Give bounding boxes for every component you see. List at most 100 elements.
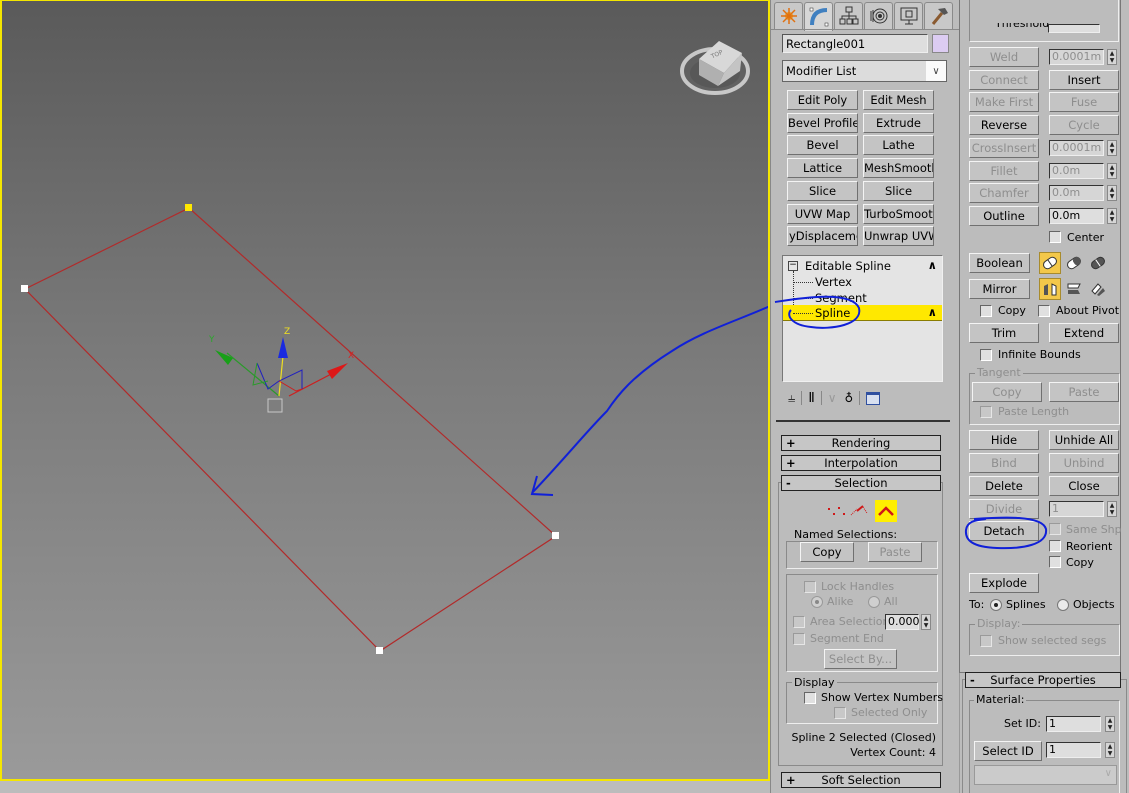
gizmo-y-arrow[interactable] (215, 350, 233, 365)
select-by-button[interactable]: Select By... (824, 649, 897, 669)
spinner-arrows-icon[interactable]: ▲ ▼ (1107, 49, 1117, 65)
splines-radio[interactable] (990, 599, 1002, 611)
delete-button[interactable]: Delete (969, 476, 1039, 496)
mirror-both-button[interactable] (1087, 278, 1109, 300)
remove-modifier-icon[interactable]: ♁ (845, 391, 854, 405)
rollout-interpolation[interactable]: + Interpolation (781, 455, 941, 471)
object-color-swatch[interactable] (932, 34, 949, 53)
explode-button[interactable]: Explode (969, 573, 1039, 593)
segment-end-checkbox[interactable] (793, 633, 805, 645)
tab-utilities[interactable] (924, 2, 953, 29)
fillet-button[interactable]: Fillet (969, 161, 1039, 181)
reorient-checkbox[interactable] (1049, 540, 1061, 552)
modifier-button-unwrap-uvw[interactable]: Unwrap UVW (863, 226, 934, 246)
tab-display[interactable] (894, 2, 923, 29)
material-name-dropdown[interactable]: ∨ (974, 765, 1117, 785)
rollout-surface-properties[interactable]: - Surface Properties (965, 672, 1121, 688)
spinner-arrows-icon[interactable]: ▲ ▼ (1107, 185, 1117, 201)
spinner-arrows-icon[interactable]: ▲ ▼ (1105, 716, 1115, 732)
area-selection-checkbox[interactable] (793, 616, 805, 628)
modifier-button-bevel[interactable]: Bevel (787, 135, 858, 155)
boolean-subtract-button[interactable] (1063, 252, 1085, 274)
outline-spinner[interactable]: 0.0m (1049, 208, 1104, 224)
object-name-field[interactable]: Rectangle001 (782, 34, 928, 53)
fuse-button[interactable]: Fuse (1049, 92, 1119, 112)
perspective-viewport[interactable]: Z Y X TOP (0, 0, 770, 781)
center-checkbox[interactable] (1049, 231, 1061, 243)
unhide-all-button[interactable]: Unhide All (1049, 430, 1119, 450)
pin-stack-icon[interactable]: ⫨ (788, 391, 795, 406)
chevron-down-icon[interactable]: ∨ (926, 61, 946, 81)
modifier-button-extrude[interactable]: Extrude (863, 113, 934, 133)
boolean-intersect-button[interactable] (1087, 252, 1109, 274)
divide-spinner[interactable]: 1 (1049, 501, 1104, 517)
gizmo-x-arrow[interactable] (327, 363, 348, 379)
mirror-vertical-button[interactable] (1063, 278, 1085, 300)
tangent-paste-button[interactable]: Paste (1049, 382, 1119, 402)
show-selected-segs-checkbox[interactable] (980, 635, 992, 647)
show-end-result-icon[interactable]: Ⅱ (808, 391, 814, 406)
weld-button[interactable]: Weld (969, 47, 1039, 67)
boolean-button[interactable]: Boolean (969, 253, 1030, 273)
modifier-button-slice-2[interactable]: Slice (863, 181, 934, 201)
make-unique-icon[interactable]: ∨ (828, 391, 837, 405)
modifier-button-slice[interactable]: Slice (787, 181, 858, 201)
modifier-list-dropdown[interactable]: Modifier List ∨ (782, 60, 947, 82)
mirror-horizontal-button[interactable] (1039, 278, 1061, 300)
modifier-button-lattice[interactable]: Lattice (787, 158, 858, 178)
named-selection-copy-button[interactable]: Copy (800, 542, 854, 562)
tab-modify[interactable] (804, 2, 833, 31)
modifier-button-bevel-profile[interactable]: Bevel Profile (787, 113, 858, 133)
vertex-handle[interactable] (552, 532, 559, 539)
modifier-button-edit-poly[interactable]: Edit Poly (787, 90, 858, 110)
rollout-rendering[interactable]: + Rendering (781, 435, 941, 451)
select-id-spinner[interactable]: 1 (1046, 742, 1101, 758)
close-button[interactable]: Close (1049, 476, 1119, 496)
chevron-up-icon[interactable]: ∧ (928, 304, 937, 320)
all-radio[interactable] (868, 596, 880, 608)
rectangle-spline[interactable] (23, 207, 557, 652)
crossinsert-spinner[interactable]: 0.0001m (1049, 140, 1104, 156)
modifier-button-displacement[interactable]: yDisplacementI (787, 226, 858, 246)
tangent-copy-button[interactable]: Copy (972, 382, 1042, 402)
area-selection-spinner[interactable]: 0.000 (885, 614, 920, 630)
reverse-button[interactable]: Reverse (969, 115, 1039, 135)
modifier-button-edit-mesh[interactable]: Edit Mesh (863, 90, 934, 110)
spinner-arrows-icon[interactable]: ▲ ▼ (921, 614, 931, 630)
spinner-arrows-icon[interactable]: ▲ ▼ (1105, 742, 1115, 758)
chevron-up-icon[interactable]: ∧ (928, 257, 937, 273)
trim-button[interactable]: Trim (969, 323, 1039, 343)
show-vertex-numbers-checkbox[interactable] (804, 692, 816, 704)
mirror-button[interactable]: Mirror (969, 279, 1030, 299)
chamfer-button[interactable]: Chamfer (969, 183, 1039, 203)
gizmo-z-arrow[interactable] (278, 337, 288, 358)
detach-copy-checkbox[interactable] (1049, 556, 1061, 568)
collapse-minus-icon[interactable]: − (788, 261, 798, 271)
mirror-copy-checkbox[interactable] (980, 305, 992, 317)
weld-spinner[interactable]: 0.0001m (1049, 49, 1104, 65)
tab-create[interactable] (774, 2, 803, 29)
spinner-arrows-icon[interactable]: ▲ ▼ (1107, 140, 1117, 156)
set-id-spinner[interactable]: 1 (1046, 716, 1101, 732)
spinner-arrows-icon[interactable]: ▲ ▼ (1107, 163, 1117, 179)
extend-button[interactable]: Extend (1049, 323, 1119, 343)
configure-modifier-sets-icon[interactable] (866, 391, 881, 405)
alike-radio[interactable] (811, 596, 823, 608)
modifier-button-uvw-map[interactable]: UVW Map (787, 204, 858, 224)
stack-item-vertex[interactable]: Vertex (783, 274, 942, 290)
spinner-arrows-icon[interactable]: ▲ ▼ (1107, 501, 1117, 517)
rollout-soft-selection[interactable]: + Soft Selection (781, 772, 941, 788)
make-first-button[interactable]: Make First (969, 92, 1039, 112)
named-selection-paste-button[interactable]: Paste (868, 542, 922, 562)
spinner-arrows-icon[interactable]: ▲ ▼ (1107, 208, 1117, 224)
subobject-spline-button[interactable] (875, 500, 897, 522)
crossinsert-button[interactable]: CrossInsert (969, 138, 1039, 158)
insert-button[interactable]: Insert (1049, 70, 1119, 90)
stack-item-editable-spline[interactable]: − Editable Spline ∧ (783, 258, 942, 274)
paste-length-checkbox[interactable] (980, 406, 992, 418)
about-pivot-checkbox[interactable] (1038, 305, 1050, 317)
cycle-button[interactable]: Cycle (1049, 115, 1119, 135)
infinite-bounds-checkbox[interactable] (980, 349, 992, 361)
lock-handles-checkbox[interactable] (804, 581, 816, 593)
modifier-button-turbosmooth[interactable]: TurboSmooth (863, 204, 934, 224)
